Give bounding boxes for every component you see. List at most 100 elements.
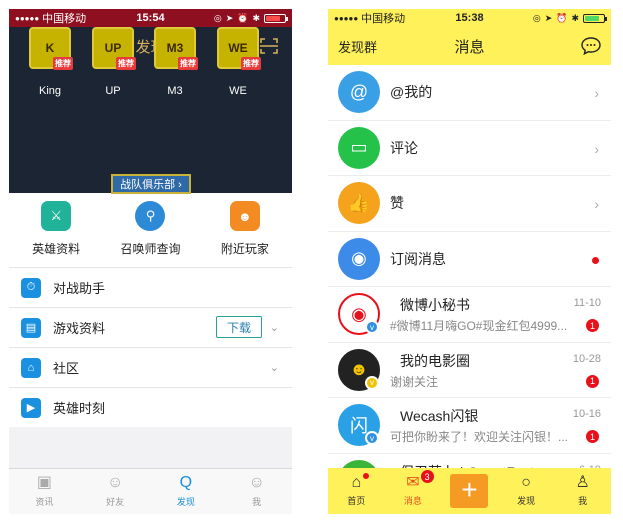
tab-me[interactable]: ☺ 我 [221,469,292,514]
tab-label: 发现 [517,496,536,506]
avatar: 闪v [338,404,380,447]
status-icons: ◎ ➤ ⏰ ✱ [533,12,607,24]
verified-badge-icon: v [365,431,379,446]
bluetooth-icon: ✱ [571,12,579,23]
unread-count-badge: 1 [586,374,599,388]
unread-count-badge: 1 [586,430,599,443]
conversation-name: 微博小秘书 [400,297,470,313]
list-item[interactable]: ⌂ 社区 ⌄ [9,347,292,387]
tab-label: 我 [578,496,588,506]
conversation-date: 10-28 [572,352,601,365]
team-logo: M3 推荐 [154,27,198,70]
menu-row-rss[interactable]: ◉ 订阅消息 [328,232,611,287]
conversation-item[interactable]: ☻ v 我的电影圈 谢谢关注 10-28 1 [328,343,611,398]
bluetooth-icon: ✱ [252,12,260,23]
team-card[interactable]: UP 推荐 UP [83,27,143,97]
team-logo-text: WE [228,41,248,55]
tab-label: 发现 [176,497,195,507]
tab-mail[interactable]: ✉ 消息 3 [385,468,442,514]
tab-plus[interactable]: + [441,468,498,514]
chevron-down-icon[interactable]: ⌄ [270,321,279,334]
discover-header: 发现 K 推荐 King UP 推荐 UP M3 推荐 M3 WE 推荐 WE 战队俱乐部 › [9,27,292,194]
recommend-badge: 推荐 [178,57,198,70]
chevron-down-icon[interactable]: ⌄ [270,361,279,374]
game-info-icon: ▤ [21,317,41,338]
feature-hero[interactable]: ⚔ 英雄资料 [9,193,103,267]
recommend-badge: 推荐 [53,57,73,70]
row-label: @我的 [390,84,433,101]
feature-nearby-players[interactable]: ☻ 附近玩家 [198,193,292,267]
list-item[interactable]: ▶ 英雄时刻 [9,387,292,427]
tab-label: 我 [252,497,262,507]
avatar: ◉ v [338,293,380,336]
menu-row-comment[interactable]: ▭ 评论 › [328,121,611,176]
hero-moments-icon: ▶ [21,397,41,418]
right-phone-screen: ●●●●● 中国移动 15:38 ◎ ➤ ⏰ ✱ 发现群 消息 @ @我的 › ▭ 评论… [328,9,611,514]
conversation-name: 我的电影圈 [400,352,470,369]
tab-profile[interactable]: ♙ 我 [554,468,611,514]
nav-bar: 发现群 消息 [328,27,611,65]
feature-summoner-search[interactable]: ⚲ 召唤师查询 [103,193,197,267]
team-logo: K 推荐 [29,27,73,70]
row-label: 赞 [390,195,404,212]
recommend-badge: 推荐 [241,57,261,70]
chevron-right-icon: › [594,196,599,212]
tab-label: 首页 [347,496,366,506]
tab-label: 好友 [106,497,125,507]
menu-row-at[interactable]: @ @我的 › [328,65,611,121]
tab-news[interactable]: ▣ 资讯 [9,469,80,514]
verified-badge-icon: v [365,320,379,335]
discover-group-link[interactable]: 发现群 [338,37,377,56]
rss-icon: ◉ [338,237,380,280]
tab-friends[interactable]: ☺ 好友 [80,469,151,514]
list-item-label: 游戏资料 [53,321,106,336]
recommend-badge: 推荐 [116,57,136,70]
profile-icon: ♙ [575,474,590,491]
team-name: UP [105,85,121,97]
team-club-button[interactable]: 战队俱乐部 › [111,174,191,194]
location-icon: ➤ [544,12,553,23]
unread-dot [592,256,599,264]
feature-label: 附近玩家 [220,242,269,256]
page-title: 消息 [454,38,485,56]
tab-discover[interactable]: ○ 发现 [498,468,555,514]
left-phone-screen: ●●●●● 中国移动 15:54 ◎ ➤ ⏰ ✱ 发现 K 推荐 King UP 推荐 U… [9,9,292,514]
team-card[interactable]: WE 推荐 WE [208,27,268,97]
conversation-preview: 谢谢关注 [390,374,439,389]
team-name: WE [229,85,247,97]
discover-icon: Q [179,474,193,491]
chevron-right-icon: › [594,140,599,157]
tab-bar: ▣ 资讯 ☺ 好友 Q 发现 ☺ 我 [9,468,292,514]
tab-label: 资讯 [35,497,54,507]
conversation-item[interactable]: 闪 v Wecash闪银 可把你盼来了！欢迎关注闪银！... 10-16 1 [328,398,611,454]
list-item[interactable]: ⏱ 对战助手 [9,267,292,307]
team-card[interactable]: M3 推荐 M3 [145,27,205,97]
battle-assistant-icon: ⏱ [21,277,41,298]
conversation-item[interactable]: ◉ v 微博小秘书 #微博11月嗨GO#现金红包4999... 11-10 1 [328,287,611,343]
status-bar: ●●●●● 中国移动 15:38 ◎ ➤ ⏰ ✱ [328,9,611,27]
at-icon: @ [338,71,380,114]
row-label: 评论 [390,139,418,156]
tab-discover[interactable]: Q 发现 [151,469,222,514]
chat-icon[interactable] [581,37,601,55]
battery-icon [264,13,288,23]
signal-dots: ●●●●● [15,13,40,23]
menu-row-like[interactable]: 👍 赞 › [328,176,611,232]
status-time: 15:54 [136,12,165,24]
conversation-name: Wecash闪银 [400,408,479,424]
alarm-icon: ⏰ [556,12,568,23]
team-name: M3 [167,85,183,97]
status-bar: ●●●●● 中国移动 15:54 ◎ ➤ ⏰ ✱ [9,9,292,27]
me-icon: ☺ [248,474,265,491]
community-icon: ⌂ [21,357,41,378]
team-logo-text: K [45,41,55,55]
unread-dot [363,473,369,479]
download-button[interactable]: 下载 [216,316,262,338]
tab-home[interactable]: ⌂ 首页 [328,468,385,514]
list-item[interactable]: ▤ 游戏资料 下载 ⌄ [9,307,292,347]
team-card[interactable]: K 推荐 King [20,27,80,97]
tool-list: ⏱ 对战助手 ▤ 游戏资料 下载 ⌄ ⌂ 社区 ⌄ ▶ 英雄时刻 [9,267,292,427]
unread-count-badge: 1 [586,319,599,332]
location-icon: ➤ [225,12,234,23]
hero-icon: ⚔ [41,201,72,231]
